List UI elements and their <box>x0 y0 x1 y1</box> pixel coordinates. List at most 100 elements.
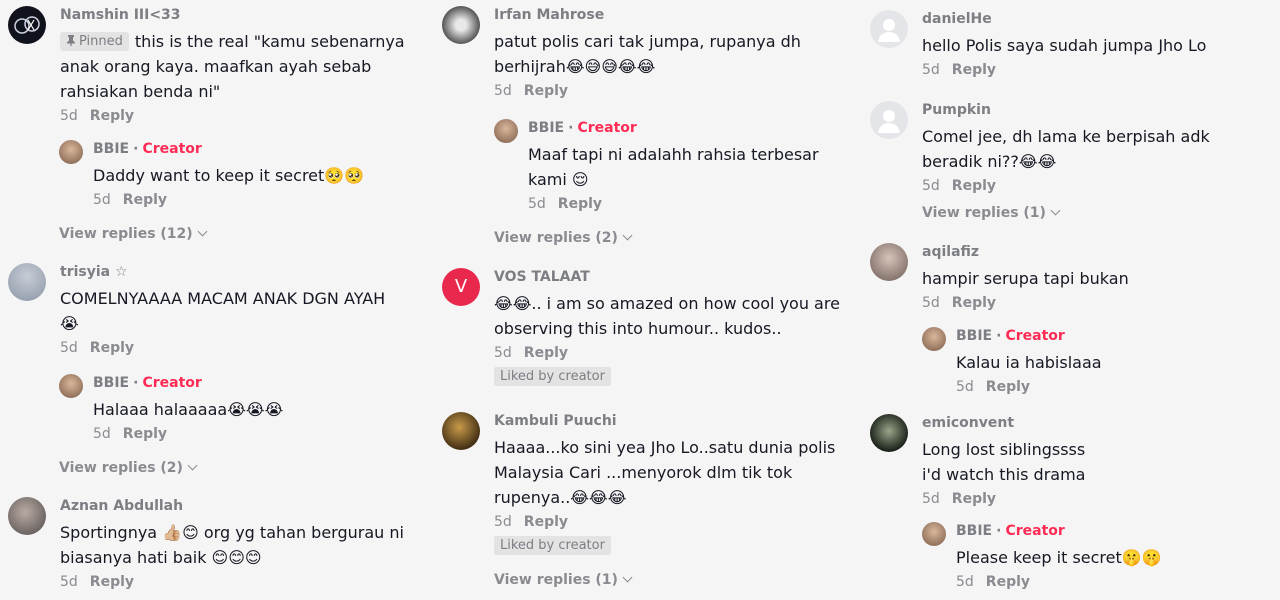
comment-meta: 5d Reply <box>956 379 1031 395</box>
comment-body: BBIE · Creator Daddy want to keep it secre… <box>93 140 408 209</box>
creator-badge: Creator <box>1005 328 1065 344</box>
pin-icon <box>67 35 75 46</box>
username[interactable]: VOS TALAAT <box>494 268 862 286</box>
comment-body: Aznan Abdullah Sportingnya 👍🏼😊 org yg ta… <box>60 497 408 591</box>
liked-by-creator-badge: Liked by creator <box>494 367 611 386</box>
comment-text: patut polis cari tak jumpa, rupanya dh b… <box>494 32 801 76</box>
comment-text: Daddy want to keep it secret🥺🥺 <box>93 166 365 185</box>
view-replies-button[interactable]: View replies (1) <box>494 572 633 588</box>
reply-button[interactable]: Reply <box>952 178 996 194</box>
username[interactable]: BBIE <box>93 375 129 391</box>
username[interactable]: BBIE <box>528 120 564 136</box>
reply-button[interactable]: Reply <box>123 192 167 208</box>
creator-badge: Creator <box>577 120 637 136</box>
reply-button[interactable]: Reply <box>524 345 568 361</box>
chevron-down-icon <box>197 226 208 237</box>
username[interactable]: Kambuli Puuchi <box>494 412 862 430</box>
comment-column-3: danielHe hello Polis saya sudah jumpa Jh… <box>870 0 1272 600</box>
avatar[interactable] <box>870 243 908 281</box>
username[interactable]: Pumpkin <box>922 101 1272 119</box>
reply-button[interactable]: Reply <box>524 514 568 530</box>
comment-text: Comel jee, dh lama ke berpisah adk berad… <box>922 127 1210 171</box>
reply-button[interactable]: Reply <box>90 340 134 356</box>
liked-by-creator-badge: Liked by creator <box>494 536 611 555</box>
comment-meta: 5d Reply <box>494 345 569 361</box>
comment-text: Sportingnya 👍🏼😊 org yg tahan bergurau ni… <box>60 523 404 567</box>
creator-badge: Creator <box>142 141 202 157</box>
avatar[interactable] <box>8 497 46 535</box>
comment-text: Long lost siblingssss i'd watch this dra… <box>922 440 1086 484</box>
comment-body: Pumpkin Comel jee, dh lama ke berpisah a… <box>922 101 1272 195</box>
comment-meta: 5d Reply <box>922 491 997 507</box>
username[interactable]: aqilafiz <box>922 243 1272 261</box>
comment-meta: 5d Reply <box>494 514 569 530</box>
reply-button[interactable]: Reply <box>986 574 1030 590</box>
comment-meta: 5d Reply <box>922 295 997 311</box>
avatar[interactable] <box>442 6 480 44</box>
comment-text: COMELNYAAAA MACAM ANAK DGN AYAH 😭 <box>60 289 386 333</box>
reply-button[interactable]: Reply <box>952 491 996 507</box>
reply-button[interactable]: Reply <box>90 574 134 590</box>
avatar[interactable] <box>494 119 518 143</box>
creator-badge: Creator <box>142 375 202 391</box>
reply-button[interactable]: Reply <box>952 62 996 78</box>
avatar[interactable]: V <box>442 268 480 306</box>
avatar[interactable] <box>922 522 946 546</box>
comment-body: Namshin III<33 Pinned this is the real "k… <box>60 6 408 125</box>
comment-body: BBIE · Creator Halaaa halaaaaa😭😭😭 5d Reply <box>93 374 408 443</box>
chevron-down-icon <box>622 230 633 241</box>
avatar[interactable] <box>59 374 83 398</box>
avatar[interactable] <box>8 263 46 301</box>
comment-meta: 5d Reply <box>956 574 1031 590</box>
chevron-down-icon <box>187 460 198 471</box>
comment-column-2: Irfan Mahrose patut polis cari tak jumpa… <box>442 0 862 600</box>
creator-badge: Creator <box>1005 523 1065 539</box>
username[interactable]: Aznan Abdullah <box>60 497 408 515</box>
comment-text: Haaaa...ko sini yea Jho Lo..satu dunia p… <box>494 438 836 507</box>
username[interactable]: BBIE <box>956 328 992 344</box>
avatar[interactable] <box>8 6 46 44</box>
username[interactable]: BBIE <box>93 141 129 157</box>
username[interactable]: Irfan Mahrose <box>494 6 862 24</box>
comment-body: BBIE · Creator Maaf tapi ni adalahh rahsia… <box>528 119 862 213</box>
avatar[interactable] <box>442 412 480 450</box>
view-replies-button[interactable]: View replies (12) <box>59 226 208 242</box>
comment-meta: 5d Reply <box>93 192 168 208</box>
comment-text: hello Polis saya sudah jumpa Jho Lo <box>922 36 1207 55</box>
reply-button[interactable]: Reply <box>986 379 1030 395</box>
comment-meta: 5d Reply <box>922 178 997 194</box>
avatar[interactable] <box>922 327 946 351</box>
chevron-down-icon <box>1050 205 1061 216</box>
comment-body: Irfan Mahrose patut polis cari tak jumpa… <box>494 6 862 100</box>
reply-button[interactable]: Reply <box>90 108 134 124</box>
default-avatar-icon[interactable] <box>870 101 908 139</box>
reply-button[interactable]: Reply <box>123 426 167 442</box>
reply-button[interactable]: Reply <box>524 83 568 99</box>
chevron-down-icon <box>622 572 633 583</box>
comment-meta: 5d Reply <box>60 108 135 124</box>
avatar[interactable] <box>59 140 83 164</box>
default-avatar-icon[interactable] <box>870 10 908 48</box>
reply-button[interactable]: Reply <box>952 295 996 311</box>
username[interactable]: emiconvent <box>922 414 1272 432</box>
comment-body: aqilafiz hampir serupa tapi bukan 5d Repl… <box>922 243 1272 312</box>
comment-body: trisyia ☆ COMELNYAAAA MACAM ANAK DGN AYA… <box>60 263 408 357</box>
username[interactable]: BBIE <box>956 523 992 539</box>
username[interactable]: danielHe <box>922 10 1272 28</box>
view-replies-button[interactable]: View replies (2) <box>59 460 198 476</box>
username[interactable]: trisyia ☆ <box>60 263 408 281</box>
comment-body: Kambuli Puuchi Haaaa...ko sini yea Jho L… <box>494 412 862 555</box>
view-replies-button[interactable]: View replies (1) <box>922 205 1061 221</box>
view-replies-button[interactable]: View replies (2) <box>494 230 633 246</box>
avatar[interactable] <box>870 414 908 452</box>
comment-meta: 5d Reply <box>60 340 135 356</box>
comment-text: Maaf tapi ni adalahh rahsia terbesar kam… <box>528 145 819 189</box>
comment-text: Please keep it secret🤫🤫 <box>956 548 1162 567</box>
comment-body: emiconvent Long lost siblingssss i'd wat… <box>922 414 1272 508</box>
username[interactable]: Namshin III<33 <box>60 6 408 24</box>
comment-text: hampir serupa tapi bukan <box>922 269 1129 288</box>
comment-meta: 5d Reply <box>93 426 168 442</box>
reply-button[interactable]: Reply <box>558 196 602 212</box>
comment-text: Halaaa halaaaaa😭😭😭 <box>93 400 284 419</box>
pinned-badge: Pinned <box>60 32 129 51</box>
